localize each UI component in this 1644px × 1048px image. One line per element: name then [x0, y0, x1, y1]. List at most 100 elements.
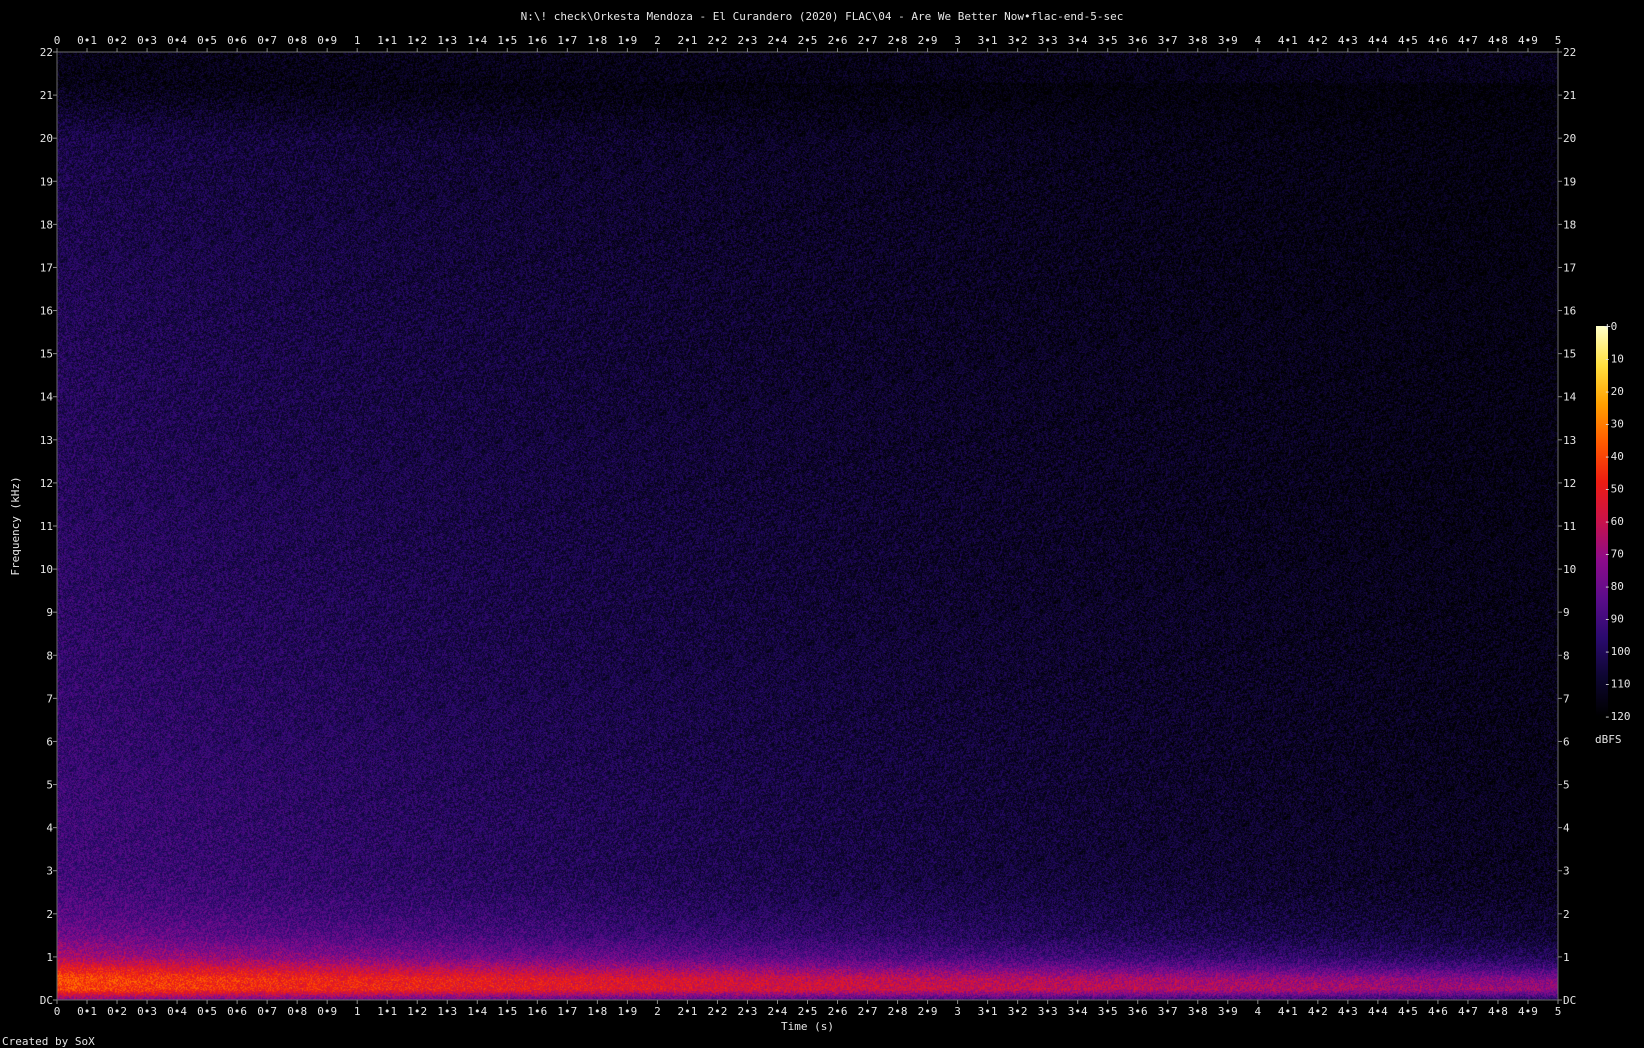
x-tick-label-top: 1•7 — [557, 34, 577, 47]
y-tick-label-left: 22 — [40, 46, 53, 59]
x-tick-label-top: 4•6 — [1428, 34, 1448, 47]
x-tick-label-top: 1•9 — [617, 34, 637, 47]
y-tick-label-right: 4 — [1563, 822, 1570, 835]
x-tick-label-top: 0•4 — [167, 34, 187, 47]
y-tick-label-left: 1 — [46, 951, 53, 964]
x-tick-label-bottom: 1•7 — [557, 1005, 577, 1018]
y-tick-label-right: 17 — [1563, 261, 1576, 274]
x-tick-label-bottom: 1•3 — [437, 1005, 457, 1018]
y-tick-label-right: 21 — [1563, 89, 1576, 102]
x-tick-label-top: 0•5 — [197, 34, 217, 47]
x-tick-label-top: 4 — [1254, 34, 1261, 47]
x-tick-label-top: 2•8 — [888, 34, 908, 47]
y-tick-label-right: 14 — [1563, 391, 1577, 404]
y-tick-label-left: 16 — [40, 305, 53, 318]
x-tick-label-top: 2 — [654, 34, 661, 47]
x-tick-label-bottom: 4•4 — [1368, 1005, 1388, 1018]
x-tick-label-bottom: 4 — [1254, 1005, 1261, 1018]
y-tick-label-right: 15 — [1563, 348, 1576, 361]
x-tick-label-bottom: 2•9 — [918, 1005, 938, 1018]
x-tick-label-bottom: 2 — [654, 1005, 661, 1018]
y-tick-label-left: 18 — [40, 218, 53, 231]
y-tick-label-left: 6 — [46, 735, 53, 748]
y-tick-label-right: 20 — [1563, 132, 1576, 145]
x-tick-label-bottom: 2•5 — [798, 1005, 818, 1018]
x-tick-label-top: 1•5 — [497, 34, 517, 47]
y-tick-label-left: 3 — [46, 865, 53, 878]
x-tick-label-top: 0•7 — [257, 34, 277, 47]
x-tick-label-bottom: 3•9 — [1218, 1005, 1238, 1018]
x-tick-label-bottom: 3•7 — [1158, 1005, 1178, 1018]
x-tick-label-bottom: 0 — [54, 1005, 61, 1018]
x-tick-label-bottom: 0•7 — [257, 1005, 277, 1018]
x-tick-label-top: 1 — [354, 34, 361, 47]
x-tick-label-top: 4•7 — [1458, 34, 1478, 47]
x-axis-label: Time (s) — [781, 1020, 834, 1033]
y-tick-label-left: 7 — [46, 692, 53, 705]
colorbar-tick-label: -100 — [1604, 645, 1631, 658]
y-tick-label-right: 6 — [1563, 735, 1570, 748]
x-tick-label-bottom: 0•2 — [107, 1005, 127, 1018]
x-tick-label-top: 1•4 — [467, 34, 487, 47]
x-tick-label-bottom: 0•5 — [197, 1005, 217, 1018]
y-tick-label-right: 13 — [1563, 434, 1576, 447]
y-axis-left: DC12345678910111213141516171819202122 — [40, 46, 57, 1007]
x-tick-label-top: 3•4 — [1068, 34, 1088, 47]
y-tick-label-right: 5 — [1563, 779, 1570, 792]
x-tick-label-bottom: 0•4 — [167, 1005, 187, 1018]
y-tick-label-left: 5 — [46, 779, 53, 792]
x-tick-label-top: 3 — [954, 34, 961, 47]
x-tick-label-bottom: 1•6 — [527, 1005, 547, 1018]
y-tick-label-left: 8 — [46, 649, 53, 662]
x-tick-label-top: 0 — [54, 34, 61, 47]
spectrogram-heatmap — [57, 52, 1558, 1000]
x-tick-label-bottom: 5 — [1555, 1005, 1562, 1018]
x-tick-label-bottom: 0•8 — [287, 1005, 307, 1018]
y-tick-label-left: 11 — [40, 520, 53, 533]
y-tick-label-right: DC — [1563, 994, 1576, 1007]
y-tick-label-left: 17 — [40, 261, 53, 274]
x-tick-label-bottom: 2•8 — [888, 1005, 908, 1018]
x-tick-label-top: 1•6 — [527, 34, 547, 47]
y-tick-label-left: 14 — [40, 391, 54, 404]
x-tick-label-bottom: 2•3 — [738, 1005, 758, 1018]
x-tick-label-bottom: 4•1 — [1278, 1005, 1298, 1018]
colorbar-tick-label: -70 — [1604, 548, 1624, 561]
x-tick-label-top: 1•3 — [437, 34, 457, 47]
colorbar-tick-label: -30 — [1604, 418, 1624, 431]
y-tick-label-right: 18 — [1563, 218, 1576, 231]
y-tick-label-left: 19 — [40, 175, 53, 188]
x-tick-label-bottom: 3•2 — [1008, 1005, 1028, 1018]
colorbar-tick-label: -50 — [1604, 483, 1624, 496]
x-tick-label-top: 2•6 — [828, 34, 848, 47]
x-tick-label-top: 0•8 — [287, 34, 307, 47]
x-tick-label-top: 0•1 — [77, 34, 97, 47]
credit-text: Created by SoX — [2, 1035, 95, 1048]
x-tick-label-top: 5 — [1555, 34, 1562, 47]
x-tick-label-top: 1•8 — [587, 34, 607, 47]
y-tick-label-right: 22 — [1563, 46, 1576, 59]
x-tick-label-bottom: 2•6 — [828, 1005, 848, 1018]
colorbar-tick-label: -40 — [1604, 450, 1624, 463]
x-axis-bottom: 0 0•1 0•2 0•3 0•4 0•5 0•6 0•7 0•8 0•9 1 1•1 1•2 1•3 1•… — [54, 1000, 1562, 1018]
x-tick-label-top: 3•8 — [1188, 34, 1208, 47]
y-tick-label-right: 7 — [1563, 692, 1570, 705]
x-tick-label-bottom: 1•9 — [617, 1005, 637, 1018]
colorbar: +0 -10 -20 -30 -40 -50 -60 -70 -80 -90 -100 -110 -12… — [1595, 320, 1631, 746]
colorbar-tick-label: -110 — [1604, 678, 1631, 691]
x-axis-top: 0 0•1 0•2 0•3 0•4 0•5 0•6 0•7 0•8 0•9 1 1•1 1•2 1•3 1•… — [54, 34, 1562, 52]
plot-area — [56, 51, 1559, 1001]
y-tick-label-right: 3 — [1563, 865, 1570, 878]
y-tick-label-left: 2 — [46, 908, 53, 921]
x-tick-label-top: 2•2 — [708, 34, 728, 47]
x-tick-label-bottom: 1•8 — [587, 1005, 607, 1018]
x-tick-label-top: 3•2 — [1008, 34, 1028, 47]
x-tick-label-bottom: 0•3 — [137, 1005, 157, 1018]
x-tick-label-top: 1•1 — [377, 34, 397, 47]
y-tick-label-right: 8 — [1563, 649, 1570, 662]
x-tick-label-top: 3•5 — [1098, 34, 1118, 47]
y-tick-label-right: 12 — [1563, 477, 1576, 490]
x-tick-label-bottom: 2•1 — [677, 1005, 697, 1018]
x-tick-label-top: 2•4 — [768, 34, 788, 47]
x-tick-label-bottom: 4•3 — [1338, 1005, 1358, 1018]
